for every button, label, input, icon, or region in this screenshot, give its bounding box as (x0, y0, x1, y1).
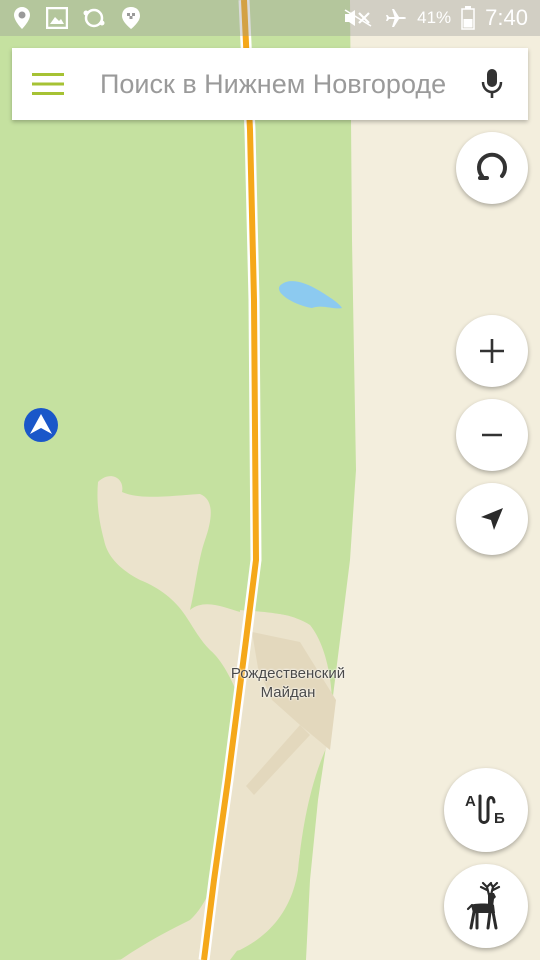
user-location-marker[interactable] (24, 408, 58, 442)
navigation-arrow-icon (481, 508, 503, 530)
menu-button[interactable] (12, 48, 84, 120)
traffic-icon (477, 152, 507, 180)
place-label: Рождественский Майдан (200, 664, 376, 702)
search-input[interactable] (84, 68, 456, 100)
minus-icon (482, 433, 502, 437)
battery-percent: 41% (417, 8, 452, 27)
taxi-pin-icon (122, 7, 140, 29)
zoom-out-button[interactable] (456, 399, 528, 471)
status-bar-right: 41% 7:40 (343, 5, 528, 31)
my-location-button[interactable] (456, 483, 528, 555)
plus-icon (480, 339, 504, 363)
battery-icon (461, 6, 475, 30)
mute-icon (344, 9, 372, 27)
airplane-icon (386, 9, 407, 27)
sync-icon (83, 8, 105, 28)
microphone-icon (481, 69, 503, 98)
location-pin-icon (14, 7, 30, 29)
search-bar (12, 48, 528, 120)
deer-icon (466, 881, 501, 930)
traffic-button[interactable] (456, 132, 528, 204)
status-bar-left (12, 6, 142, 30)
svg-text:Б: Б (494, 810, 505, 827)
hamburger-menu-icon (32, 73, 64, 95)
status-bar: 41% 7:40 (0, 0, 540, 36)
route-ab-icon: А Б (465, 793, 505, 827)
city-logo-button[interactable] (444, 864, 528, 948)
route-button[interactable]: А Б (444, 768, 528, 852)
svg-text:А: А (465, 793, 476, 810)
image-icon (46, 7, 68, 29)
place-label-line2: Майдан (260, 684, 316, 701)
zoom-in-button[interactable] (456, 315, 528, 387)
place-label-line1: Рождественский (230, 665, 346, 682)
voice-search-button[interactable] (456, 48, 528, 120)
clock: 7:40 (485, 5, 528, 30)
